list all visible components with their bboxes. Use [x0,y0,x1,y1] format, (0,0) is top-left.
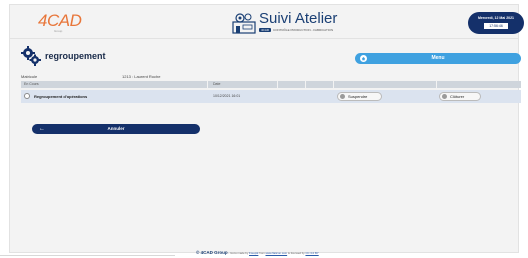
menu-button-label: Menu [431,55,445,61]
datetime-badge: Mercredi, 12 Mai 2021 17:56:46 [468,12,524,34]
app-title: Suivi Atelier [259,10,338,27]
footer-brand: © 4CAD Group [196,250,228,255]
current-date: Mercredi, 12 Mai 2021 [478,16,514,20]
header-bar: 4CAD Group Suivi Atelier 4CAD CONTRÔLE PR… [10,5,524,39]
credit-prefix: - Icons made by [227,251,250,255]
close-operation-button[interactable]: Clôturer [439,92,481,101]
row-select-radio[interactable] [24,93,30,99]
suspend-button-label: Suspendre [348,94,368,99]
factory-gears-icon [232,13,256,34]
column-divider [277,81,278,88]
footer-text: © 4CAD Group - Icons made by Freepik fro… [196,250,319,255]
operation-date: 10/12/2021 16:01 [213,94,241,98]
app-subtitle-text: CONTRÔLE PRODUCTION - FABRICATION [273,28,334,32]
suspend-button[interactable]: Suspendre [337,92,382,101]
cancel-button[interactable]: ← Annuler [32,124,200,134]
column-divider [333,81,334,88]
operation-label: Regroupement d'opérations [34,94,88,99]
app-subtitle: 4CAD CONTRÔLE PRODUCTION - FABRICATION [259,28,333,32]
gears-icon [21,46,41,66]
credit-site-link[interactable]: www.flaticon.com [266,251,288,255]
menu-button[interactable]: Menu [355,53,521,64]
cancel-button-label: Annuler [107,126,125,131]
page-title: regroupement [45,51,106,61]
check-icon [442,94,447,99]
column-divider [436,81,437,88]
app-tag: 4CAD [259,28,272,32]
credit-license-link[interactable]: CC 3.0 BY [305,251,318,255]
credit-author-link[interactable]: Freepik [249,251,258,255]
credit-license: is licensed by [287,251,306,255]
company-logo-sub: Group [54,29,63,33]
footer-credit: - Icons made by Freepik from www.flatico… [227,251,318,255]
column-header-en-cours: En Cours [24,82,39,86]
app-page: 4CAD Group Suivi Atelier 4CAD CONTRÔLE PR… [9,4,524,253]
matricule-value: 1213 : Laurent Roche [122,74,161,79]
pause-icon [340,94,345,99]
close-operation-button-label: Clôturer [450,94,465,99]
matricule-label: Matricule [21,74,38,79]
credit-from: from [258,251,266,255]
company-logo[interactable]: 4CAD [38,11,82,31]
table-header: En Cours Date [21,81,521,88]
footer-divider [0,255,175,256]
column-divider [305,81,306,88]
column-divider [207,81,208,88]
current-time: 17:56:46 [484,23,508,29]
column-header-date: Date [213,82,221,86]
table-row[interactable]: Regroupement d'opérations 10/12/2021 16:… [21,90,521,103]
footer: © 4CAD Group - Icons made by Freepik fro… [0,250,528,258]
